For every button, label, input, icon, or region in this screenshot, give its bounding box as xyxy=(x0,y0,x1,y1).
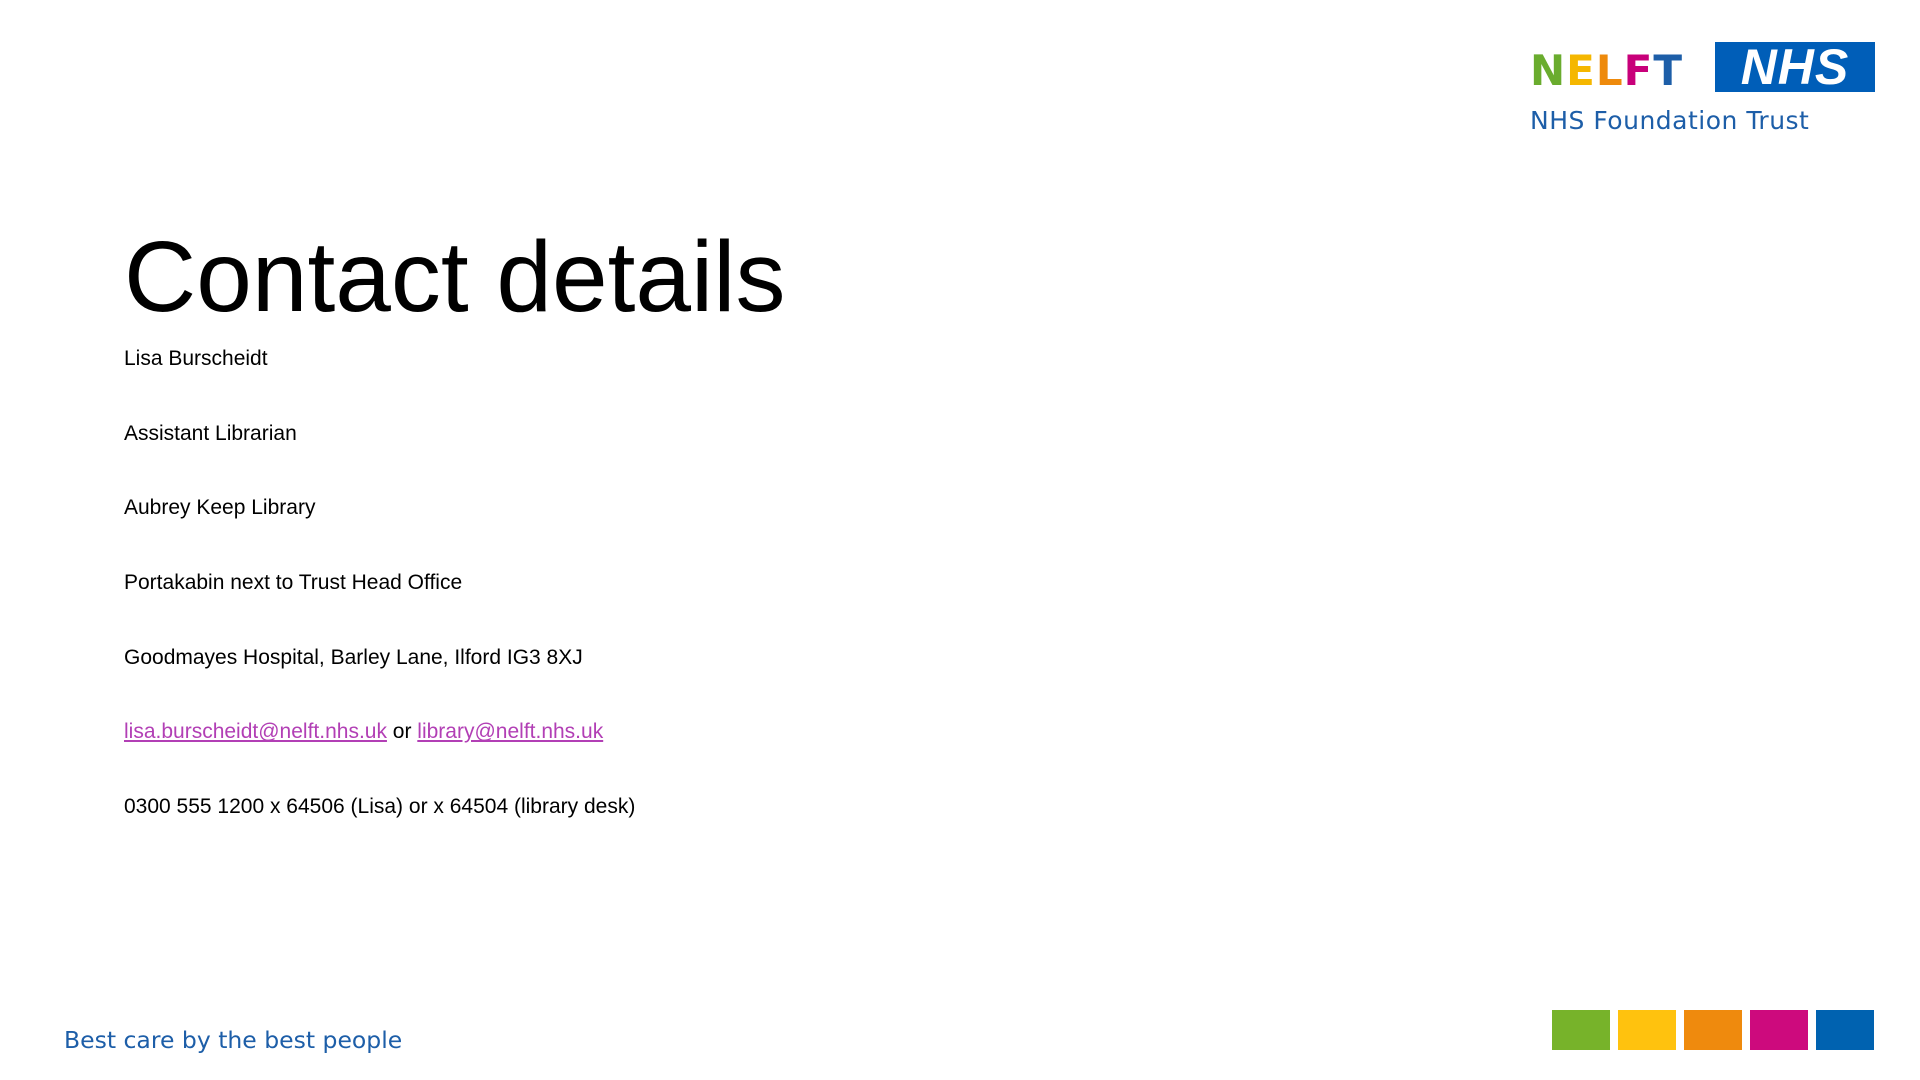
nelft-letter-n: N xyxy=(1530,46,1567,95)
swatch-green xyxy=(1552,1010,1610,1050)
contact-role: Assistant Librarian xyxy=(124,421,297,445)
tagline: Best care by the best people xyxy=(64,1026,403,1054)
contact-address: Goodmayes Hospital, Barley Lane, Ilford … xyxy=(124,645,583,669)
nelft-letter-f: F xyxy=(1623,46,1654,95)
nelft-letter-t: T xyxy=(1653,46,1683,95)
nelft-letter-l: L xyxy=(1595,46,1624,95)
swatch-blue xyxy=(1816,1010,1874,1050)
email-link-library[interactable]: library@nelft.nhs.uk xyxy=(417,720,603,743)
foundation-trust-label: NHS Foundation Trust xyxy=(1530,106,1810,135)
email-separator: or xyxy=(386,720,418,744)
swatch-orange xyxy=(1684,1010,1742,1050)
contact-location: Portakabin next to Trust Head Office xyxy=(124,571,463,595)
contact-emails: lisa.burscheidt@nelft.nhs.uk or library@… xyxy=(124,718,635,746)
contact-phone: 0300 555 1200 x 64506 (Lisa) or x 64504 … xyxy=(124,795,636,819)
page-title: Contact details xyxy=(124,221,786,333)
swatch-magenta xyxy=(1750,1010,1808,1050)
contact-details: Lisa Burscheidt Assistant Librarian Aubr… xyxy=(124,345,635,868)
nhs-logo-box: NHS xyxy=(1714,42,1875,92)
contact-library: Aubrey Keep Library xyxy=(124,496,316,520)
contact-name: Lisa Burscheidt xyxy=(124,347,268,370)
nelft-nhs-logo: N E L F T NHS NHS Foundation Trust xyxy=(1530,38,1890,138)
logo-row: N E L F T NHS xyxy=(1530,38,1890,96)
email-link-lisa[interactable]: lisa.burscheidt@nelft.nhs.uk xyxy=(124,720,387,743)
slide: N E L F T NHS NHS Foundation Trust Conta… xyxy=(0,0,1920,1080)
brand-color-swatches xyxy=(1552,1010,1874,1050)
swatch-yellow xyxy=(1618,1010,1676,1050)
nelft-letter-e: E xyxy=(1566,46,1596,95)
nelft-wordmark: N E L F T xyxy=(1530,50,1683,92)
